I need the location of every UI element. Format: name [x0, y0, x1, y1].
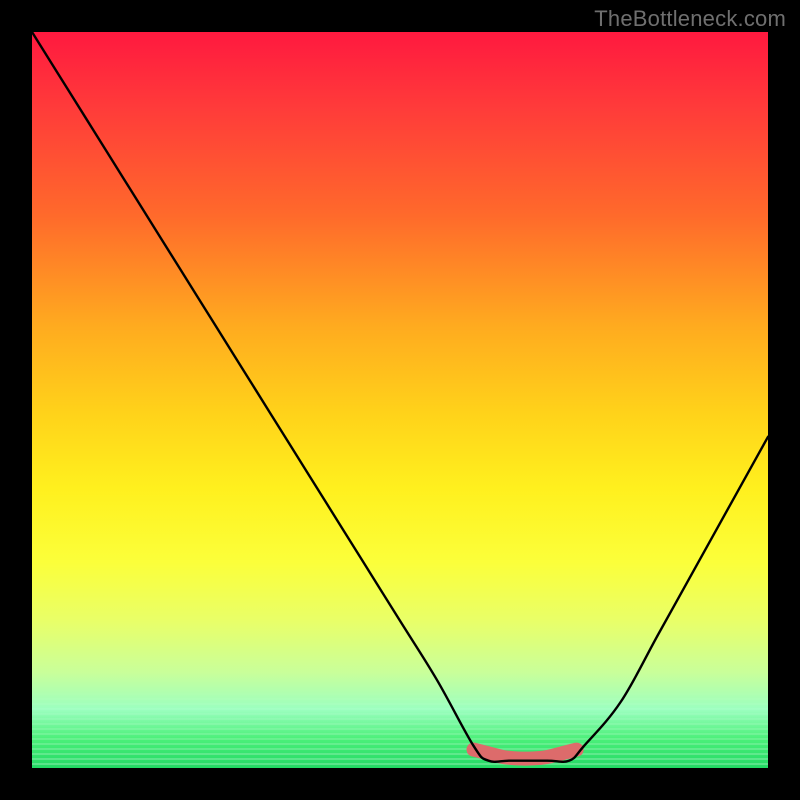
- sweet-spot-path: [467, 743, 577, 759]
- plot-area: [32, 32, 768, 768]
- bottleneck-curve-path: [32, 32, 768, 762]
- attribution-label: TheBottleneck.com: [594, 6, 786, 32]
- chart-svg: [32, 32, 768, 768]
- chart-frame: TheBottleneck.com: [0, 0, 800, 800]
